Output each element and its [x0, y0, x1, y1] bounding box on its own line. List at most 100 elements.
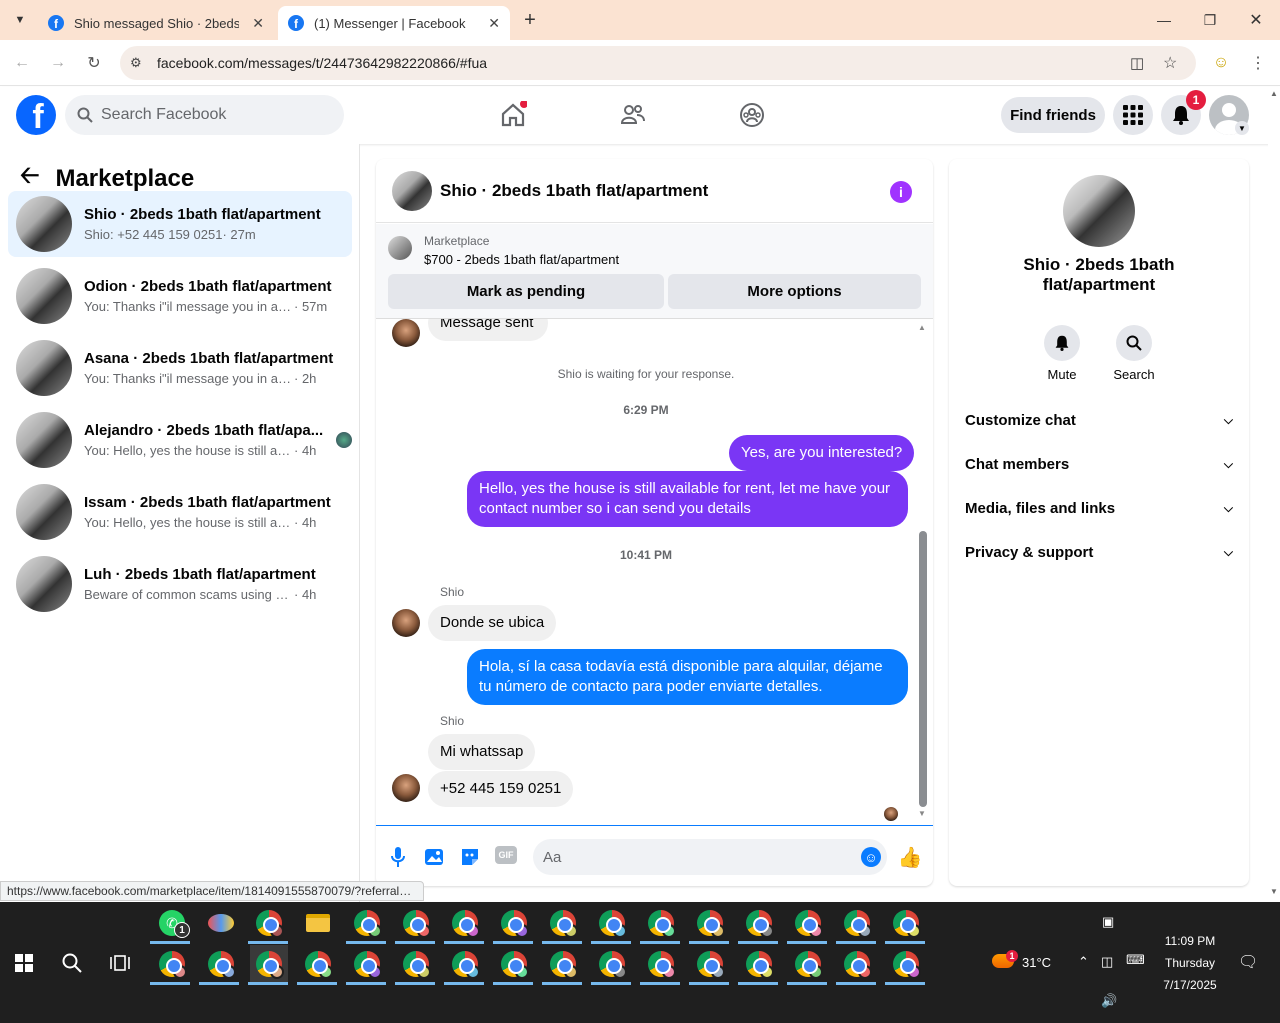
message-thread[interactable]: Message sent Shio is waiting for your re… [376, 319, 933, 825]
page-scroll-down-icon[interactable]: ▼ [1270, 887, 1278, 896]
conversation-item[interactable]: Asana · 2beds 1bath flat/apartment You: … [8, 335, 352, 401]
task-view-icon[interactable] [101, 944, 139, 982]
customize-chat-section[interactable]: Customize chat ⌵ [965, 398, 1233, 442]
microphone-icon[interactable] [387, 846, 409, 868]
chrome-icon[interactable] [691, 904, 729, 942]
chrome-icon[interactable] [838, 945, 876, 983]
message-input[interactable]: Aa ☺ [533, 839, 887, 875]
address-bar[interactable]: ⚙ facebook.com/messages/t/24473642982220… [120, 46, 1196, 80]
chrome-icon[interactable] [250, 904, 288, 942]
back-icon[interactable]: ← [11, 52, 33, 74]
tab-messenger[interactable]: f (1) Messenger | Facebook ✕ [278, 6, 510, 40]
sticker-icon[interactable] [459, 846, 481, 868]
chrome-icon[interactable] [838, 904, 876, 942]
paint-app-icon[interactable] [202, 904, 240, 942]
show-hidden-icons-chevron-icon[interactable]: ⌃ [1078, 954, 1089, 970]
tab-search-chevron-icon[interactable]: ▼ [8, 10, 32, 30]
menu-grid-button[interactable] [1113, 95, 1153, 135]
file-explorer-icon[interactable] [299, 904, 337, 942]
notification-center-icon[interactable]: 🗨 [1238, 952, 1258, 972]
listing-title[interactable]: $700 - 2beds 1bath flat/apartment [424, 252, 619, 267]
groups-icon[interactable] [738, 101, 766, 129]
keyboard-icon[interactable]: ⌨ [1126, 952, 1145, 968]
profile-icon[interactable]: ☺ [1210, 52, 1232, 74]
chrome-icon[interactable] [495, 945, 533, 983]
chrome-icon[interactable] [642, 945, 680, 983]
privacy-support-section[interactable]: Privacy & support ⌵ [965, 530, 1233, 574]
bookmark-star-icon[interactable]: ☆ [1163, 53, 1177, 73]
volume-icon[interactable]: 🔊 [1101, 993, 1117, 1009]
chrome-icon[interactable] [397, 945, 435, 983]
chrome-icon[interactable] [446, 945, 484, 983]
mute-action[interactable]: Mute [1032, 325, 1092, 382]
account-chevron-icon[interactable]: ▼ [1235, 121, 1249, 135]
chat-avatar[interactable] [392, 170, 432, 211]
restore-icon[interactable]: ❐ [1198, 8, 1222, 32]
forward-icon[interactable]: → [47, 52, 69, 74]
search-action[interactable]: Search [1104, 325, 1164, 382]
media-files-links-section[interactable]: Media, files and links ⌵ [965, 486, 1233, 530]
chrome-icon[interactable] [740, 945, 778, 983]
chrome-icon[interactable] [642, 904, 680, 942]
info-icon[interactable]: i [890, 181, 912, 203]
friends-icon[interactable] [619, 101, 647, 129]
mark-as-pending-button[interactable]: Mark as pending [388, 274, 664, 309]
chrome-icon[interactable] [202, 945, 240, 983]
chat-title[interactable]: Shio · 2beds 1bath flat/apartment [440, 181, 708, 201]
clock-day[interactable]: Thursday [1160, 956, 1220, 970]
chat-members-section[interactable]: Chat members ⌵ [965, 442, 1233, 486]
minimize-icon[interactable]: — [1152, 8, 1176, 32]
chrome-icon[interactable] [153, 945, 191, 983]
conversation-item[interactable]: Luh · 2beds 1bath flat/apartment Beware … [8, 551, 352, 617]
chrome-icon[interactable] [250, 945, 288, 983]
temperature[interactable]: 31°C [1022, 955, 1051, 970]
chrome-icon[interactable] [348, 945, 386, 983]
close-tab-icon[interactable]: ✕ [252, 15, 264, 32]
chrome-icon[interactable] [789, 945, 827, 983]
meet-now-icon[interactable]: ▣ [1102, 914, 1114, 930]
close-tab-icon[interactable]: ✕ [488, 15, 500, 32]
chrome-icon[interactable] [789, 904, 827, 942]
chrome-icon[interactable] [593, 945, 631, 983]
tab-shio-messaged[interactable]: f Shio messaged Shio · 2beds 1b... ✕ [38, 6, 274, 40]
chrome-icon[interactable] [348, 904, 386, 942]
page-scrollbar[interactable]: ▲ ▼ [1268, 87, 1280, 902]
find-friends-button[interactable]: Find friends [1001, 97, 1105, 133]
chrome-icon[interactable] [495, 904, 533, 942]
page-scroll-up-icon[interactable]: ▲ [1270, 89, 1278, 98]
chrome-icon[interactable] [299, 945, 337, 983]
start-windows-icon[interactable] [5, 944, 43, 982]
emoji-icon[interactable]: ☺ [861, 847, 881, 867]
chrome-icon[interactable] [397, 904, 435, 942]
home-icon[interactable] [499, 101, 527, 129]
install-app-icon[interactable]: ◫ [1130, 54, 1144, 72]
conversation-item[interactable]: Odion · 2beds 1bath flat/apartment You: … [8, 263, 352, 329]
chrome-icon[interactable] [740, 904, 778, 942]
gif-icon[interactable]: GIF [495, 846, 517, 864]
menu-dots-icon[interactable]: ⋮ [1247, 52, 1269, 74]
scroll-up-icon[interactable]: ▲ [918, 323, 926, 332]
search-input[interactable]: Search Facebook [65, 95, 344, 135]
chrome-icon[interactable] [593, 904, 631, 942]
chrome-icon[interactable] [544, 945, 582, 983]
conversation-item[interactable]: Alejandro · 2beds 1bath flat/apa... You:… [8, 407, 352, 473]
more-options-button[interactable]: More options [668, 274, 921, 309]
chrome-icon[interactable] [446, 904, 484, 942]
scroll-down-icon[interactable]: ▼ [918, 809, 926, 818]
network-icon[interactable]: ◫ [1101, 954, 1113, 970]
clock-time[interactable]: 11:09 PM [1160, 934, 1220, 948]
new-tab-icon[interactable]: + [518, 8, 542, 32]
like-thumb-icon[interactable]: 👍 [898, 846, 923, 869]
details-avatar[interactable] [1063, 175, 1135, 247]
taskbar-search-icon[interactable] [53, 944, 91, 982]
chrome-icon[interactable] [691, 945, 729, 983]
reload-icon[interactable]: ↻ [83, 52, 105, 74]
facebook-logo-icon[interactable]: f [16, 95, 56, 135]
clock-date[interactable]: 7/17/2025 [1160, 978, 1220, 992]
chat-scroll-thumb[interactable] [919, 531, 927, 807]
conversation-item[interactable]: Issam · 2beds 1bath flat/apartment You: … [8, 479, 352, 545]
photo-icon[interactable] [423, 846, 445, 868]
chrome-icon[interactable] [544, 904, 582, 942]
conversation-item[interactable]: Shio · 2beds 1bath flat/apartment Shio: … [8, 191, 352, 257]
site-info-icon[interactable]: ⚙ [130, 55, 142, 71]
